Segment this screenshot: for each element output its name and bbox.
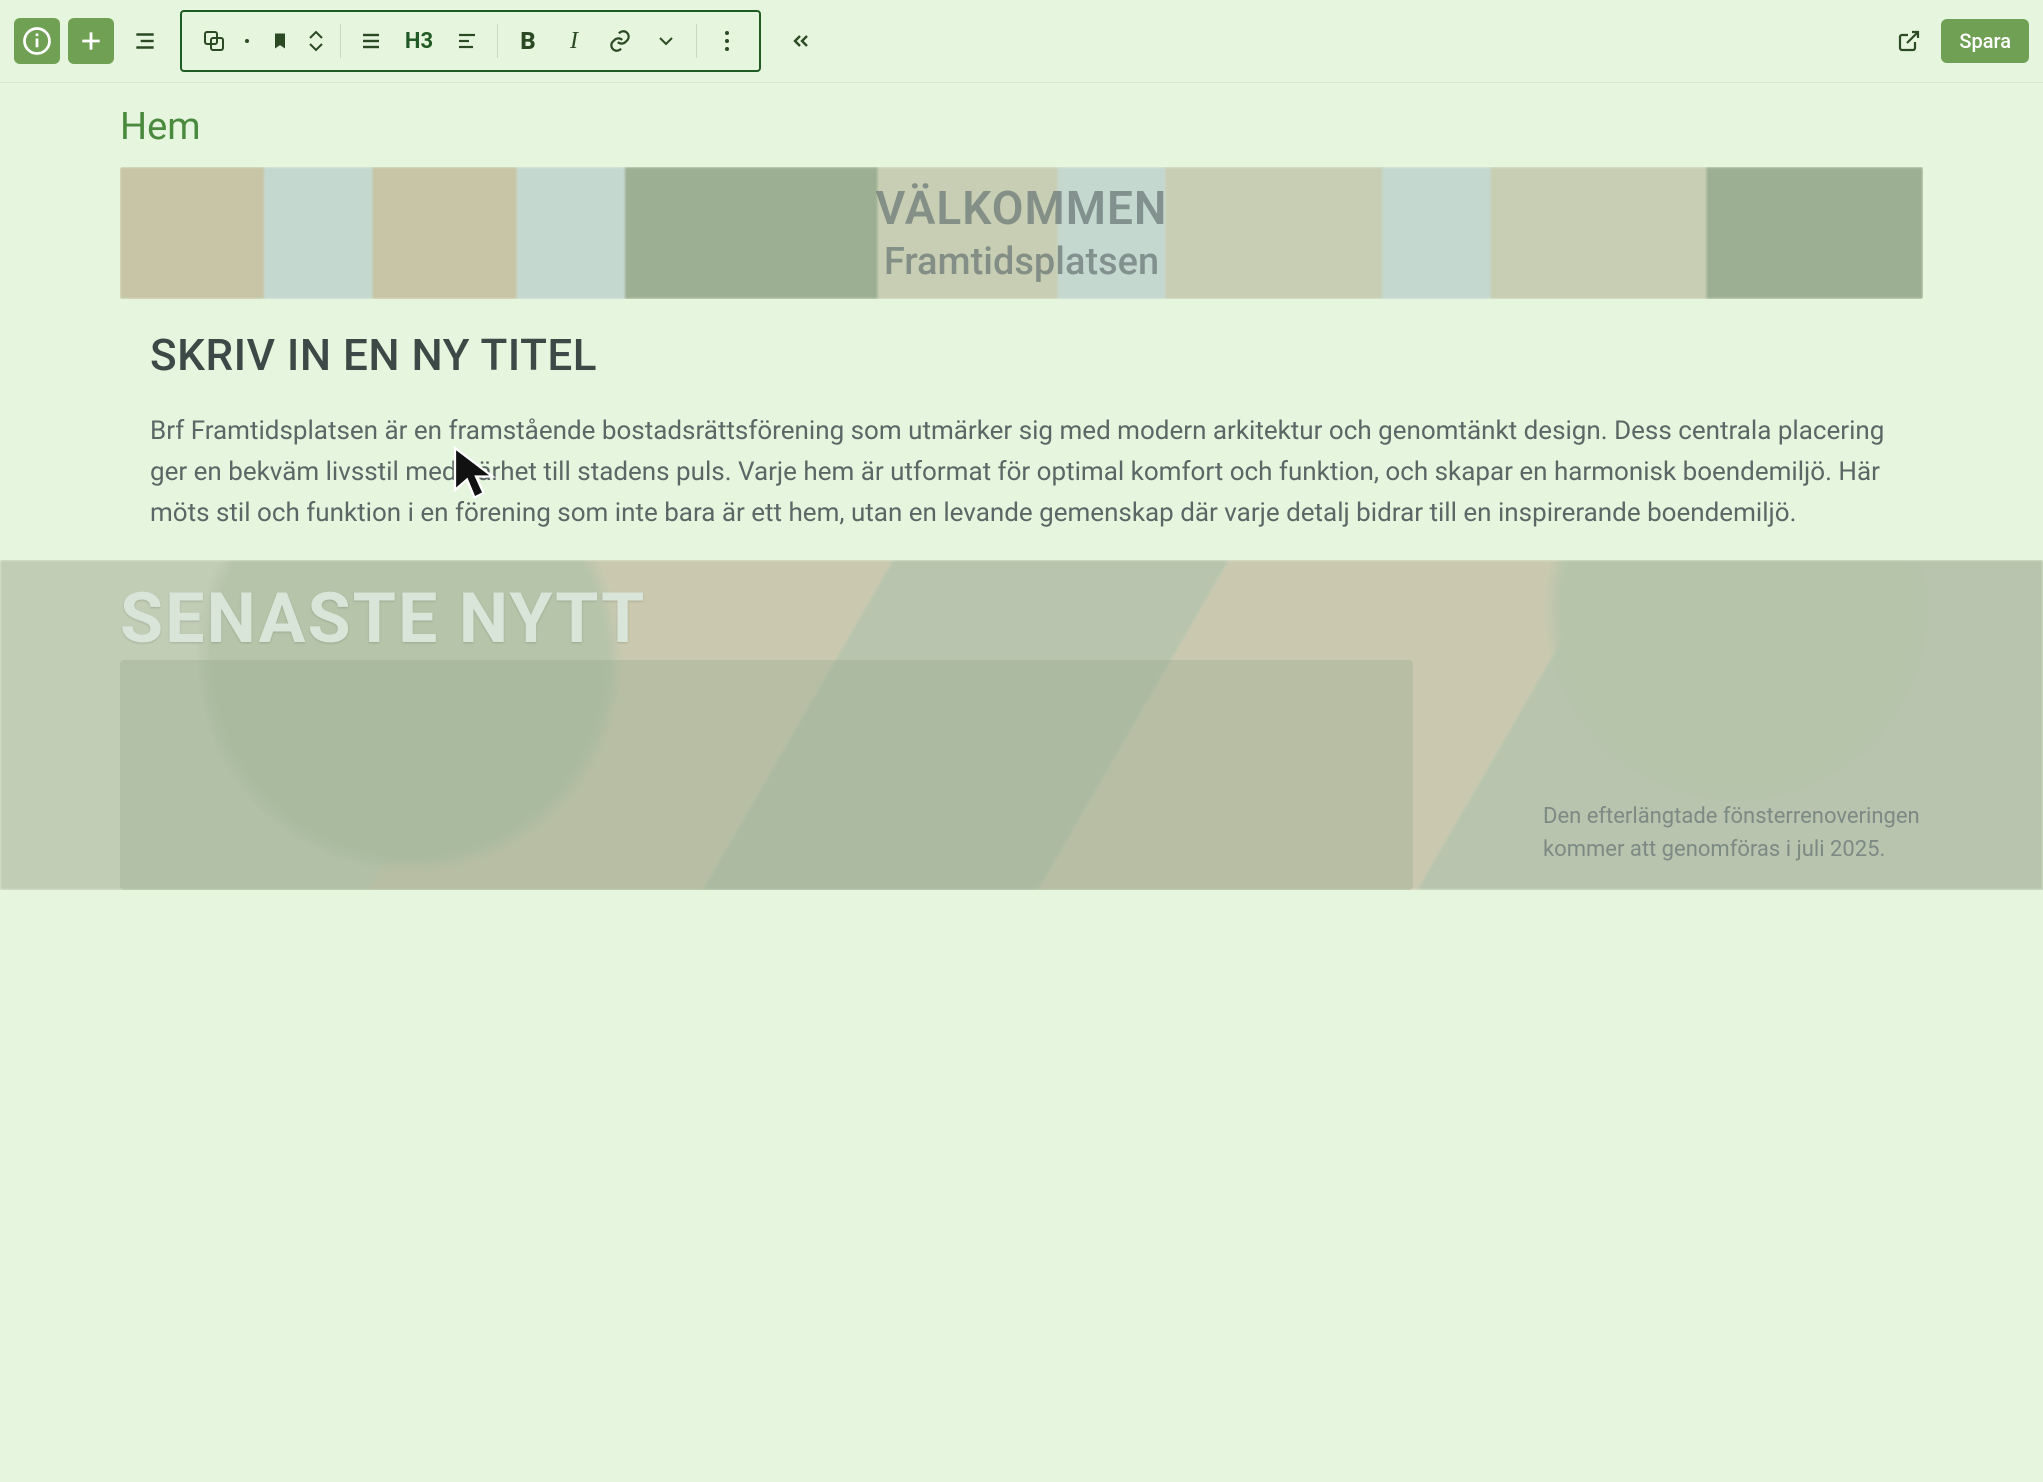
block-type-button[interactable] bbox=[196, 23, 232, 59]
chevrons-left-icon bbox=[789, 29, 813, 53]
outline-button[interactable] bbox=[122, 18, 168, 64]
italic-button[interactable]: I bbox=[556, 23, 592, 59]
news-snippet: Den efterlängtade fönsterrenoveringen ko… bbox=[1543, 800, 1983, 866]
align-icon bbox=[359, 29, 383, 53]
block-toolbar: H3 B I bbox=[180, 10, 761, 72]
news-section[interactable]: SENASTE NYTT Den efterlängtade fönsterre… bbox=[0, 560, 2043, 890]
news-heading: SENASTE NYTT bbox=[0, 560, 2043, 660]
page: Hem VÄLKOMMEN Framtidsplatsen SKRIV IN E… bbox=[0, 83, 2043, 890]
bookmark-icon bbox=[270, 30, 290, 52]
news-card[interactable] bbox=[120, 660, 1413, 890]
block-type-icon bbox=[202, 29, 226, 53]
chevron-up-icon bbox=[308, 30, 324, 40]
top-toolbar: H3 B I bbox=[0, 0, 2043, 83]
chevron-down-icon bbox=[308, 42, 324, 52]
plus-icon bbox=[78, 28, 104, 54]
external-link-icon bbox=[1897, 29, 1921, 53]
hero-text: VÄLKOMMEN Framtidsplatsen bbox=[876, 182, 1168, 284]
kebab-icon bbox=[724, 30, 730, 52]
chevron-down-icon bbox=[658, 36, 674, 46]
new-title-heading[interactable]: SKRIV IN EN NY TITEL bbox=[150, 329, 1893, 381]
link-button[interactable] bbox=[602, 23, 638, 59]
info-button[interactable] bbox=[14, 18, 60, 64]
separator bbox=[497, 24, 498, 58]
hero-title: VÄLKOMMEN bbox=[876, 182, 1168, 236]
hero-subtitle: Framtidsplatsen bbox=[876, 240, 1168, 284]
block-dot bbox=[242, 23, 252, 59]
bold-button[interactable]: B bbox=[510, 23, 546, 59]
intro-paragraph[interactable]: Brf Framtidsplatsen är en framstående bo… bbox=[0, 381, 2043, 560]
link-icon bbox=[607, 28, 633, 54]
move-up-down[interactable] bbox=[308, 30, 328, 52]
add-button[interactable] bbox=[68, 18, 114, 64]
info-icon bbox=[22, 26, 52, 56]
separator bbox=[340, 24, 341, 58]
heading-level-button[interactable]: H3 bbox=[399, 29, 439, 54]
collapse-sidebar-button[interactable] bbox=[783, 23, 819, 59]
breadcrumb[interactable]: Hem bbox=[0, 83, 2043, 167]
title-block[interactable]: SKRIV IN EN NY TITEL bbox=[0, 299, 2043, 381]
text-align-left-icon bbox=[455, 29, 479, 53]
outline-icon bbox=[132, 28, 158, 54]
bookmark-button[interactable] bbox=[262, 23, 298, 59]
text-align-button[interactable] bbox=[449, 23, 485, 59]
more-options-button[interactable] bbox=[709, 23, 745, 59]
hero-banner[interactable]: VÄLKOMMEN Framtidsplatsen bbox=[120, 167, 1923, 299]
separator bbox=[696, 24, 697, 58]
toolbar-right: Spara bbox=[1891, 19, 2029, 63]
save-button[interactable]: Spara bbox=[1941, 19, 2029, 63]
more-format-dropdown[interactable] bbox=[648, 23, 684, 59]
open-external-button[interactable] bbox=[1891, 23, 1927, 59]
align-button[interactable] bbox=[353, 23, 389, 59]
